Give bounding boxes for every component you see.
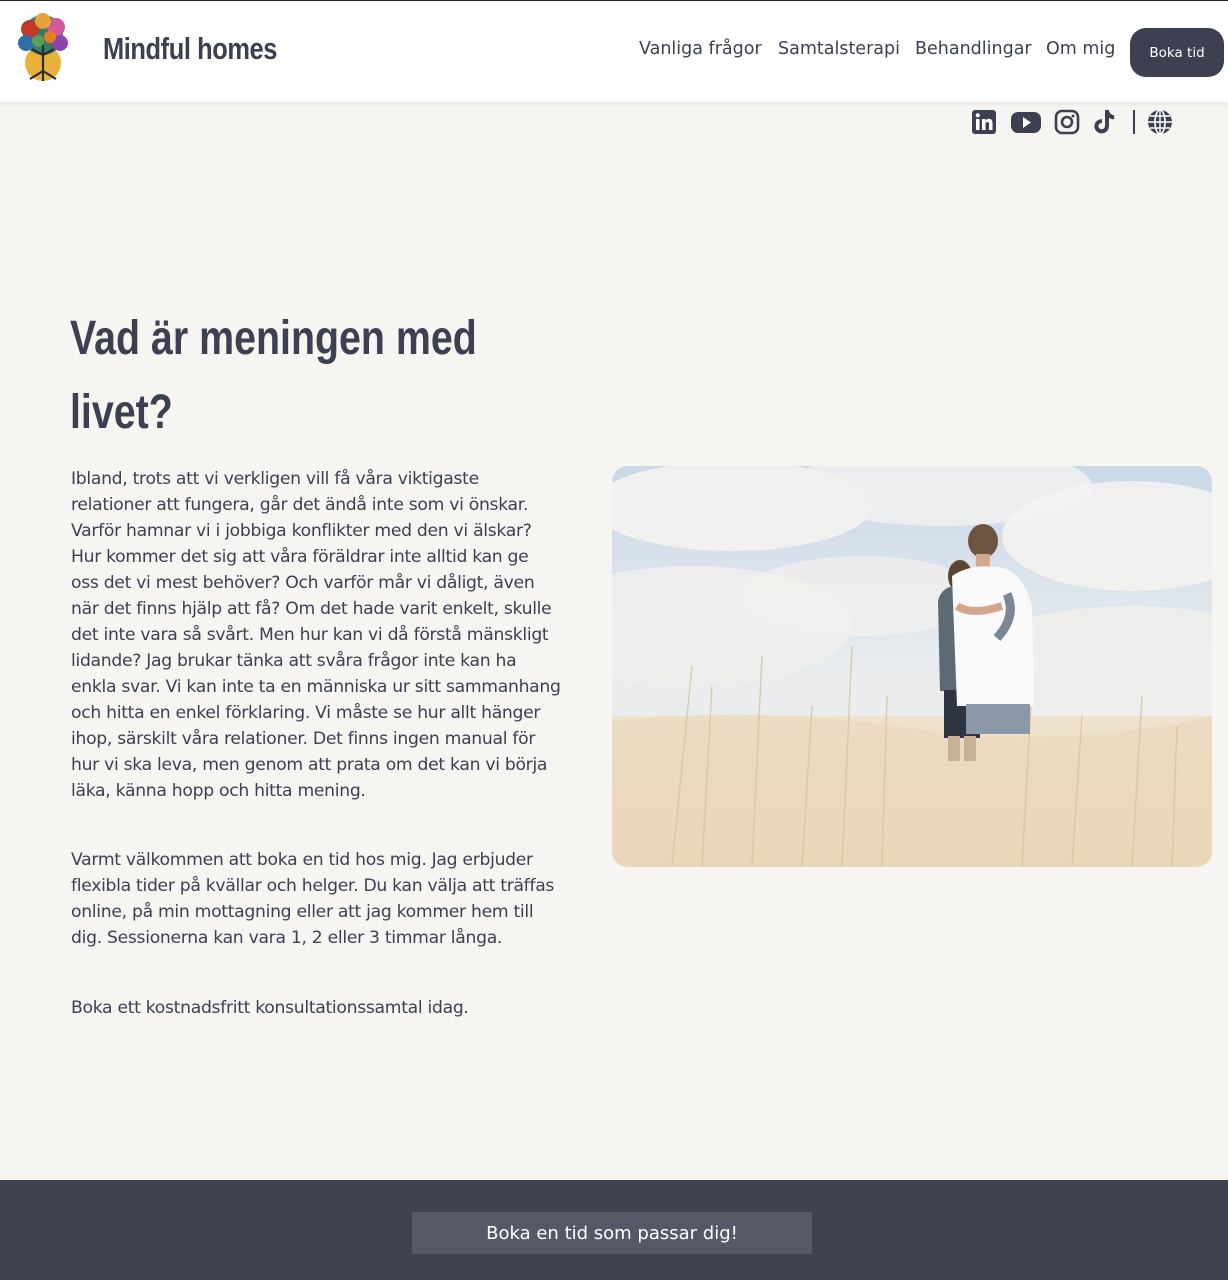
tree-logo-icon[interactable]: [8, 11, 78, 83]
social-divider: [1133, 110, 1135, 134]
youtube-icon[interactable]: [1010, 108, 1042, 136]
couple-in-field-photo: [612, 466, 1212, 867]
intro-paragraph: Ibland, trots att vi verkligen vill få v…: [71, 469, 561, 801]
nav-link-faq[interactable]: Vanliga frågor: [639, 39, 762, 59]
brand-name[interactable]: Mindful homes: [103, 31, 277, 67]
top-navigation-bar: Mindful homes Vanliga frågor Samtalstera…: [0, 0, 1228, 102]
book-appointment-button[interactable]: Boka tid: [1130, 28, 1224, 77]
tiktok-icon[interactable]: [1092, 108, 1118, 136]
page-heading: Vad är meningen med livet?: [70, 312, 477, 439]
consultation-paragraph: Boka ett kostnadsfritt konsultationssamt…: [71, 998, 469, 1018]
instagram-icon[interactable]: [1054, 108, 1080, 136]
nav-link-talk-therapy[interactable]: Samtalsterapi: [778, 39, 900, 59]
footer: Boka en tid som passar dig!: [0, 1180, 1228, 1280]
welcome-paragraph: Varmt välkommen att boka en tid hos mig.…: [71, 850, 555, 948]
linkedin-icon[interactable]: [971, 108, 997, 136]
book-time-footer-button[interactable]: Boka en tid som passar dig!: [412, 1212, 812, 1254]
globe-icon[interactable]: [1146, 108, 1174, 136]
nav-link-treatments[interactable]: Behandlingar: [915, 39, 1032, 59]
nav-link-about[interactable]: Om mig: [1046, 39, 1115, 59]
